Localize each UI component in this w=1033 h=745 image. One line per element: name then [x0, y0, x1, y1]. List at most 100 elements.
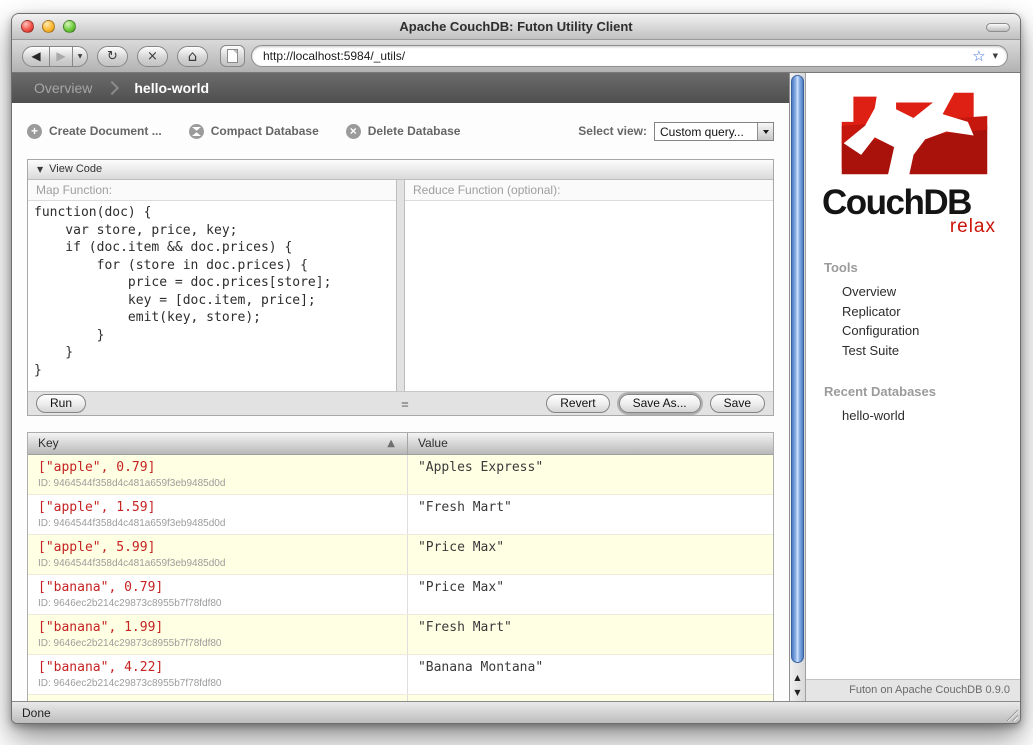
table-row[interactable]: ["apple", 1.59] ID: 9464544f358d4c481a65…: [28, 494, 773, 534]
row-value: "Apples Express": [408, 455, 773, 494]
table-row[interactable]: ["apple", 0.79] ID: 9464544f358d4c481a65…: [28, 455, 773, 494]
home-button[interactable]: ⌂: [177, 46, 208, 67]
save-as-button[interactable]: Save As...: [619, 394, 701, 413]
value-header-label: Value: [418, 436, 448, 450]
table-row[interactable]: ["orange", 1.09] "Citrus Circus": [28, 694, 773, 701]
row-key[interactable]: ["banana", 0.79]: [38, 580, 397, 596]
value-column-header[interactable]: Value: [408, 433, 773, 454]
row-doc-id: ID: 9464544f358d4c481a659f3eb9485d0d: [38, 558, 397, 570]
row-value: "Price Max": [408, 575, 773, 614]
sidebar: CouchDB relax Tools Overview Replicator …: [806, 73, 1020, 701]
key-cell: ["apple", 1.59] ID: 9464544f358d4c481a65…: [28, 495, 408, 534]
browser-window: Apache CouchDB: Futon Utility Client ◀ ▶…: [11, 13, 1021, 724]
row-key[interactable]: ["banana", 1.99]: [38, 620, 397, 636]
status-bar: Done: [12, 701, 1020, 723]
view-select-value: Custom query...: [655, 123, 757, 140]
url-dropdown-icon[interactable]: ▼: [993, 52, 998, 60]
key-cell: ["banana", 1.99] ID: 9646ec2b214c29873c8…: [28, 615, 408, 654]
map-function-label: Map Function:: [28, 180, 396, 201]
table-row[interactable]: ["banana", 0.79] ID: 9646ec2b214c29873c8…: [28, 574, 773, 614]
row-doc-id: ID: 9646ec2b214c29873c8955b7f78fdf80: [38, 598, 397, 610]
tools-heading: Tools: [824, 260, 1020, 275]
key-cell: ["banana", 4.22] ID: 9646ec2b214c29873c8…: [28, 655, 408, 694]
bookmark-star-icon[interactable]: ☆: [972, 49, 985, 64]
run-button[interactable]: Run: [36, 394, 86, 413]
select-view-label: Select view:: [578, 124, 647, 138]
row-value: "Banana Montana": [408, 655, 773, 694]
sidebar-item-replicator[interactable]: Replicator: [842, 302, 1020, 322]
key-column-header[interactable]: Key ▲: [28, 433, 408, 454]
row-key[interactable]: ["banana", 4.22]: [38, 660, 397, 676]
table-row[interactable]: ["apple", 5.99] ID: 9464544f358d4c481a65…: [28, 534, 773, 574]
map-function-editor[interactable]: function(doc) { var store, price, key; i…: [28, 201, 396, 391]
function-editors: Map Function: function(doc) { var store,…: [28, 180, 773, 391]
traffic-lights: [21, 20, 76, 33]
sidebar-item-configuration[interactable]: Configuration: [842, 321, 1020, 341]
url-bar[interactable]: http://localhost:5984/_utils/ ☆ ▼: [251, 45, 1008, 67]
close-button[interactable]: [21, 20, 34, 33]
delete-database-label: Delete Database: [368, 124, 461, 138]
recent-databases-list: hello-world: [806, 406, 1020, 426]
map-function-panel: Map Function: function(doc) { var store,…: [28, 180, 397, 391]
sidebar-item-test-suite[interactable]: Test Suite: [842, 341, 1020, 361]
home-icon: ⌂: [188, 47, 198, 65]
sidebar-item-hello-world[interactable]: hello-world: [842, 406, 1020, 426]
reload-button[interactable]: ↻: [97, 46, 128, 67]
row-doc-id: ID: 9464544f358d4c481a659f3eb9485d0d: [38, 478, 397, 490]
row-value: "Price Max": [408, 535, 773, 574]
scrollbar-thumb[interactable]: [791, 75, 804, 663]
reduce-function-label: Reduce Function (optional):: [405, 180, 773, 201]
reduce-function-panel: Reduce Function (optional):: [404, 180, 773, 391]
delete-database-button[interactable]: × Delete Database: [346, 124, 461, 139]
compact-database-button[interactable]: Compact Database: [189, 124, 319, 139]
view-code-panel: ▼ View Code Map Function: function(doc) …: [27, 159, 774, 416]
table-row[interactable]: ["banana", 4.22] ID: 9646ec2b214c29873c8…: [28, 654, 773, 694]
row-key[interactable]: ["apple", 5.99]: [38, 540, 397, 556]
back-button[interactable]: ◀: [22, 46, 50, 67]
results-header-row: Key ▲ Value: [28, 433, 773, 455]
forward-button[interactable]: ▶: [50, 46, 73, 67]
location-area: http://localhost:5984/_utils/ ☆ ▼: [220, 45, 1008, 67]
revert-button[interactable]: Revert: [546, 394, 609, 413]
history-dropdown-button[interactable]: ▼: [73, 46, 88, 67]
recent-databases-heading: Recent Databases: [824, 384, 1020, 399]
breadcrumb: Overview hello-world: [12, 73, 789, 103]
resize-grip[interactable]: [1005, 708, 1018, 721]
row-key[interactable]: ["apple", 0.79]: [38, 460, 397, 476]
couchdb-logo[interactable]: CouchDB relax: [822, 85, 1000, 236]
reduce-function-editor[interactable]: [405, 201, 773, 391]
view-code-toggle[interactable]: ▼ View Code: [28, 160, 773, 180]
view-code-footer: Run = Revert Save As... Save: [28, 391, 773, 415]
sort-ascending-icon: ▲: [387, 438, 395, 449]
stop-icon: ×: [147, 49, 158, 64]
stop-button[interactable]: ×: [137, 46, 168, 67]
status-text: Done: [22, 706, 51, 720]
save-button[interactable]: Save: [710, 394, 765, 413]
main-column: Overview hello-world + Create Document .…: [12, 73, 789, 701]
window-titlebar[interactable]: Apache CouchDB: Futon Utility Client: [12, 14, 1020, 40]
browser-toolbar: ◀ ▶ ▼ ↻ × ⌂ http://localhost:5984/_utils…: [12, 40, 1020, 73]
zoom-button[interactable]: [63, 20, 76, 33]
minimize-button[interactable]: [42, 20, 55, 33]
row-doc-id: ID: 9646ec2b214c29873c8955b7f78fdf80: [38, 678, 397, 690]
key-header-label: Key: [38, 436, 387, 450]
row-doc-id: ID: 9464544f358d4c481a659f3eb9485d0d: [38, 518, 397, 530]
row-key[interactable]: ["apple", 1.59]: [38, 500, 397, 516]
url-text[interactable]: http://localhost:5984/_utils/: [263, 49, 972, 63]
scroll-up-button[interactable]: ▲: [790, 670, 805, 685]
row-value: "Fresh Mart": [408, 615, 773, 654]
sidebar-item-overview[interactable]: Overview: [842, 282, 1020, 302]
delete-icon: ×: [346, 124, 361, 139]
page-proxy-button[interactable]: [220, 45, 245, 67]
page-icon: [227, 49, 238, 63]
breadcrumb-overview-link[interactable]: Overview: [34, 80, 92, 96]
view-select[interactable]: Custom query...: [654, 122, 774, 141]
create-document-button[interactable]: + Create Document ...: [27, 124, 162, 139]
row-value: "Fresh Mart": [408, 495, 773, 534]
main-scrollbar[interactable]: ▲ ▼: [789, 73, 806, 701]
select-dropdown-button[interactable]: [757, 123, 773, 140]
sidebar-footer: Futon on Apache CouchDB 0.9.0: [806, 679, 1020, 701]
scroll-down-button[interactable]: ▼: [790, 685, 805, 700]
table-row[interactable]: ["banana", 1.99] ID: 9646ec2b214c29873c8…: [28, 614, 773, 654]
toolbar-toggle-button[interactable]: [986, 23, 1010, 32]
